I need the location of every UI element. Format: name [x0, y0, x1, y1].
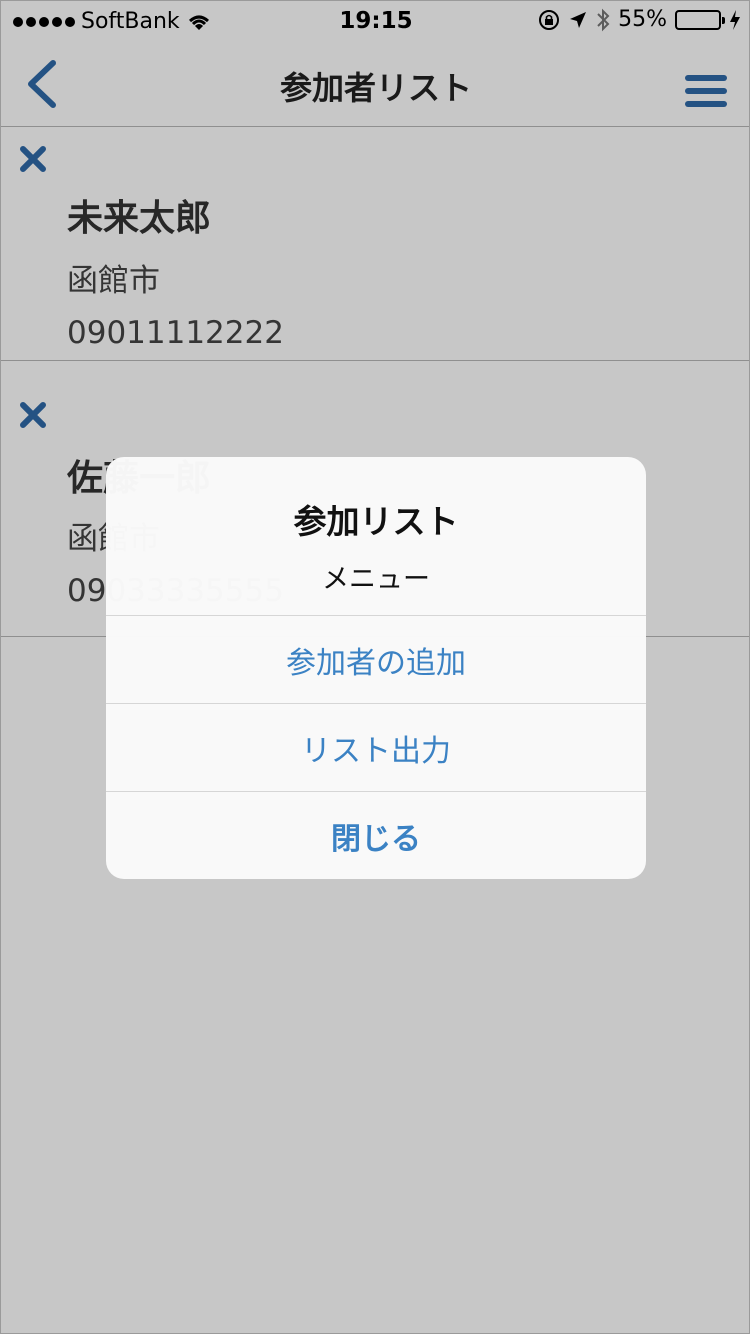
close-button[interactable]: 閉じる — [106, 791, 646, 879]
alert-title: 参加リスト — [293, 502, 459, 541]
alert-message: メニュー — [322, 564, 430, 595]
add-participant-button[interactable]: 参加者の追加 — [106, 615, 646, 703]
screen: SoftBank 19:15 55% 参加者リスト 未来太郎 函館市 09011… — [0, 0, 750, 1334]
export-list-button[interactable]: リスト出力 — [106, 703, 646, 791]
alert-dialog: 参加リスト メニュー 参加者の追加 リスト出力 閉じる — [106, 457, 646, 879]
